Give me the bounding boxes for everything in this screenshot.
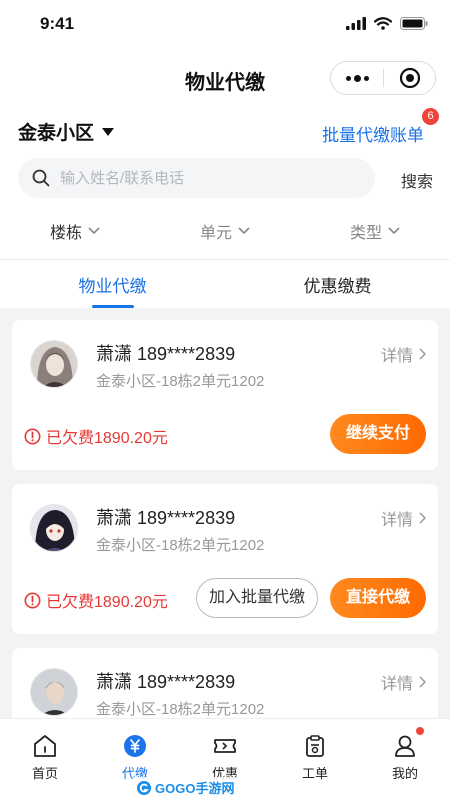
status-bar: 9:41 [0, 0, 450, 50]
yuan-icon [124, 735, 146, 757]
detail-link[interactable]: 详情 [381, 506, 426, 530]
arrears-amount: 已欠费1890.20元 [46, 594, 168, 611]
avatar [30, 340, 78, 388]
more-dot-icon [345, 75, 351, 81]
detail-link[interactable]: 详情 [381, 342, 426, 366]
status-icons [346, 17, 428, 30]
arrears-amount: 已欠费1890.20元 [46, 430, 168, 447]
detail-link[interactable]: 详情 [381, 670, 426, 694]
resident-address: 金泰小区-18栋2单元1202 [96, 373, 265, 390]
add-to-batch-button[interactable]: 加入批量代缴 [195, 578, 318, 618]
watermark-logo: GOGO手游网 [132, 777, 239, 798]
wifi-icon [374, 17, 392, 30]
resident-name: 萧潇 189****2839 [96, 344, 236, 364]
filter-building[interactable]: 楼栋 [0, 202, 150, 259]
filter-label: 单元 [199, 224, 232, 242]
battery-icon [400, 17, 428, 30]
tabbar-item-home[interactable]: 首页 [0, 719, 90, 800]
search-button[interactable]: 搜索 [401, 168, 433, 192]
clipboard-icon [306, 735, 324, 757]
close-button[interactable] [384, 62, 435, 94]
community-selector[interactable]: 金泰小区 [18, 118, 115, 145]
community-row: 金泰小区 批量代缴账单 6 [0, 106, 450, 156]
filter-label: 楼栋 [49, 224, 82, 242]
bottom-tab-bar: 首页 代缴 优惠 工单 我的 GOGO手游网 [0, 718, 450, 800]
resident-address: 金泰小区-18栋2单元1202 [96, 537, 265, 554]
chevron-right-icon [419, 512, 426, 524]
ticket-icon [214, 739, 236, 753]
detail-label: 详情 [380, 348, 413, 365]
detail-label: 详情 [380, 676, 413, 693]
watermark-text: GOGO手游网 [155, 781, 235, 796]
avatar [30, 504, 78, 552]
continue-pay-button[interactable]: 继续支付 [329, 414, 426, 454]
filter-label: 类型 [349, 224, 382, 242]
search-box [18, 158, 375, 198]
gogo-logo-icon [137, 780, 151, 795]
community-name: 金泰小区 [18, 123, 95, 144]
close-circle-icon [399, 67, 420, 89]
more-dot-icon [363, 75, 369, 81]
filter-row: 楼栋 单元 类型 [0, 202, 450, 260]
alert-icon [24, 592, 41, 608]
resident-address: 金泰小区-18栋2单元1202 [96, 701, 265, 718]
batch-bill-link[interactable]: 批量代缴账单 [322, 121, 424, 146]
resident-name: 萧潇 189****2839 [96, 508, 236, 528]
chevron-down-icon [238, 226, 250, 234]
search-row: 搜索 [0, 156, 450, 202]
signal-icon [346, 17, 366, 30]
arrears-info: 已欠费1890.20元 [24, 424, 168, 448]
user-icon [395, 735, 415, 757]
more-button[interactable] [331, 62, 383, 94]
filter-type[interactable]: 类型 [300, 202, 450, 259]
caret-down-icon [102, 127, 115, 136]
tabbar-label: 工单 [301, 766, 328, 781]
chevron-right-icon [419, 348, 426, 360]
resident-card[interactable]: 萧潇 189****2839 金泰小区-18栋2单元1202 详情 已欠费189… [12, 484, 438, 634]
chevron-down-icon [88, 226, 100, 234]
resident-card[interactable]: 萧潇 189****2839 金泰小区-18栋2单元1202 详情 [12, 648, 438, 728]
chevron-right-icon [419, 676, 426, 688]
alert-icon [24, 428, 41, 444]
mini-program-capsule [330, 61, 436, 95]
search-icon [32, 169, 50, 187]
tabbar-label: 首页 [31, 766, 58, 781]
tab-property-payment[interactable]: 物业代缴 [0, 260, 225, 308]
more-dot-icon [353, 74, 361, 82]
nav-bar: 物业代缴 [0, 50, 450, 106]
tabbar-item-workorder[interactable]: 工单 [270, 719, 360, 800]
resident-name: 萧潇 189****2839 [96, 672, 236, 692]
resident-card[interactable]: 萧潇 189****2839 金泰小区-18栋2单元1202 详情 已欠费189… [12, 320, 438, 470]
tabbar-label: 我的 [391, 766, 418, 781]
detail-label: 详情 [380, 512, 413, 529]
tab-row: 物业代缴 优惠缴费 [0, 260, 450, 308]
search-input[interactable] [60, 169, 340, 187]
avatar [30, 668, 78, 716]
direct-pay-button[interactable]: 直接代缴 [329, 578, 426, 618]
status-time: 9:41 [40, 14, 75, 33]
tabbar-item-mine[interactable]: 我的 [360, 719, 450, 800]
batch-count-badge: 6 [422, 108, 439, 125]
notification-dot [416, 727, 424, 735]
chevron-down-icon [388, 226, 400, 234]
arrears-info: 已欠费1890.20元 [24, 588, 168, 612]
home-icon [34, 735, 56, 757]
filter-unit[interactable]: 单元 [150, 202, 300, 259]
tab-discount-payment[interactable]: 优惠缴费 [225, 260, 450, 308]
